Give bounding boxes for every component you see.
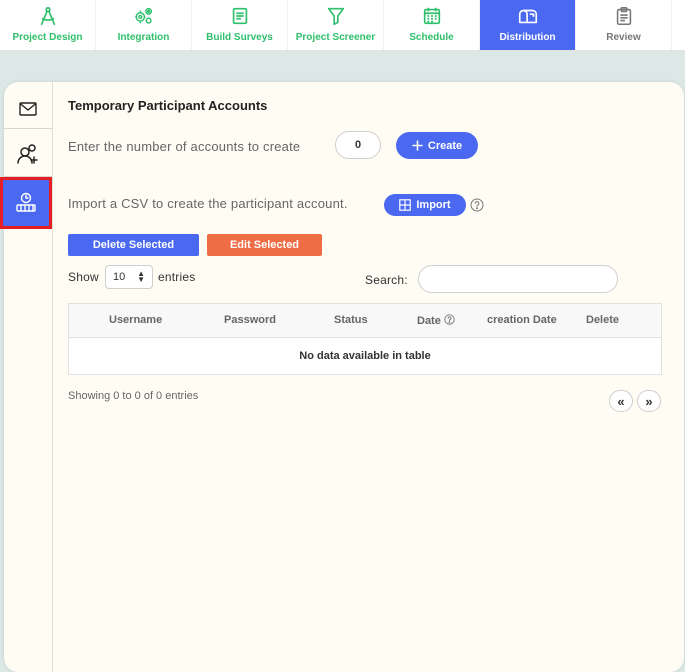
envelope-icon — [19, 102, 37, 116]
search-input[interactable] — [418, 265, 618, 293]
import-button[interactable]: Import — [384, 194, 466, 216]
column-date-label: Date — [417, 315, 441, 327]
column-username[interactable]: Username — [109, 314, 162, 326]
nav-label: Review — [606, 32, 641, 43]
page-title: Temporary Participant Accounts — [68, 98, 268, 113]
column-creation-date[interactable]: creation Date — [487, 314, 557, 326]
import-csv-label: Import a CSV to create the participant a… — [68, 196, 348, 211]
top-navigation: Project Design Integration Build Surveys… — [0, 0, 685, 51]
empty-table-message: No data available in table — [299, 350, 431, 362]
nav-label: Project Screener — [295, 32, 376, 43]
search-label: Search: — [365, 273, 408, 287]
column-status[interactable]: Status — [334, 314, 368, 326]
next-page-button[interactable]: » — [637, 390, 661, 412]
main-card: Temporary Participant Accounts Enter the… — [0, 82, 684, 672]
table-info: Showing 0 to 0 of 0 entries — [68, 390, 199, 402]
nav-project-design[interactable]: Project Design — [0, 0, 96, 50]
nav-label: Build Surveys — [206, 32, 273, 43]
import-label: Import — [416, 199, 451, 211]
nav-label: Schedule — [409, 32, 454, 43]
accounts-table: Username Password Status Date creation D… — [68, 303, 662, 375]
table-grid-icon — [399, 199, 412, 211]
nav-review[interactable]: Review — [576, 0, 672, 50]
table-header: Username Password Status Date creation D… — [69, 304, 661, 338]
nav-build-surveys[interactable]: Build Surveys — [192, 0, 288, 50]
compass-icon — [40, 6, 55, 26]
gears-icon — [134, 7, 152, 24]
nav-integration[interactable]: Integration — [96, 0, 192, 50]
nav-label: Distribution — [499, 32, 556, 43]
funnel-icon — [327, 7, 344, 26]
calendar-icon — [423, 7, 440, 25]
sidebar — [0, 82, 53, 672]
distribution-icon — [16, 192, 36, 212]
sidebar-item-distribution[interactable] — [0, 177, 52, 229]
nav-label: Integration — [117, 32, 170, 43]
edit-selected-button[interactable]: Edit Selected — [207, 234, 322, 256]
clipboard-icon — [616, 6, 631, 26]
nav-project-screener[interactable]: Project Screener — [288, 0, 384, 50]
select-caret-icon: ▲ ▼ — [137, 269, 145, 284]
help-icon[interactable] — [470, 198, 484, 212]
plus-icon — [412, 140, 423, 151]
accounts-count-input[interactable] — [335, 131, 381, 159]
add-user-icon — [17, 144, 38, 164]
sidebar-item-email[interactable] — [4, 90, 52, 129]
mailbox-icon — [518, 9, 537, 24]
create-button[interactable]: Create — [396, 132, 478, 159]
document-icon — [232, 7, 247, 25]
show-label: Show — [68, 270, 99, 284]
nav-distribution[interactable]: Distribution — [480, 0, 576, 50]
previous-page-button[interactable]: « — [609, 390, 633, 412]
page-size-value: 10 — [113, 271, 126, 283]
help-icon[interactable] — [444, 314, 455, 325]
entries-label: entries — [158, 270, 196, 284]
nav-schedule[interactable]: Schedule — [384, 0, 480, 50]
page-size-select[interactable]: 10 ▲ ▼ — [105, 265, 153, 289]
accounts-count-label: Enter the number of accounts to create — [68, 139, 301, 154]
nav-label: Project Design — [12, 32, 83, 43]
column-password[interactable]: Password — [224, 314, 276, 326]
sidebar-item-add-user[interactable] — [4, 132, 52, 177]
create-label: Create — [427, 139, 463, 152]
column-delete[interactable]: Delete — [586, 314, 619, 326]
column-date[interactable]: Date — [417, 314, 455, 327]
delete-selected-button[interactable]: Delete Selected — [68, 234, 199, 256]
